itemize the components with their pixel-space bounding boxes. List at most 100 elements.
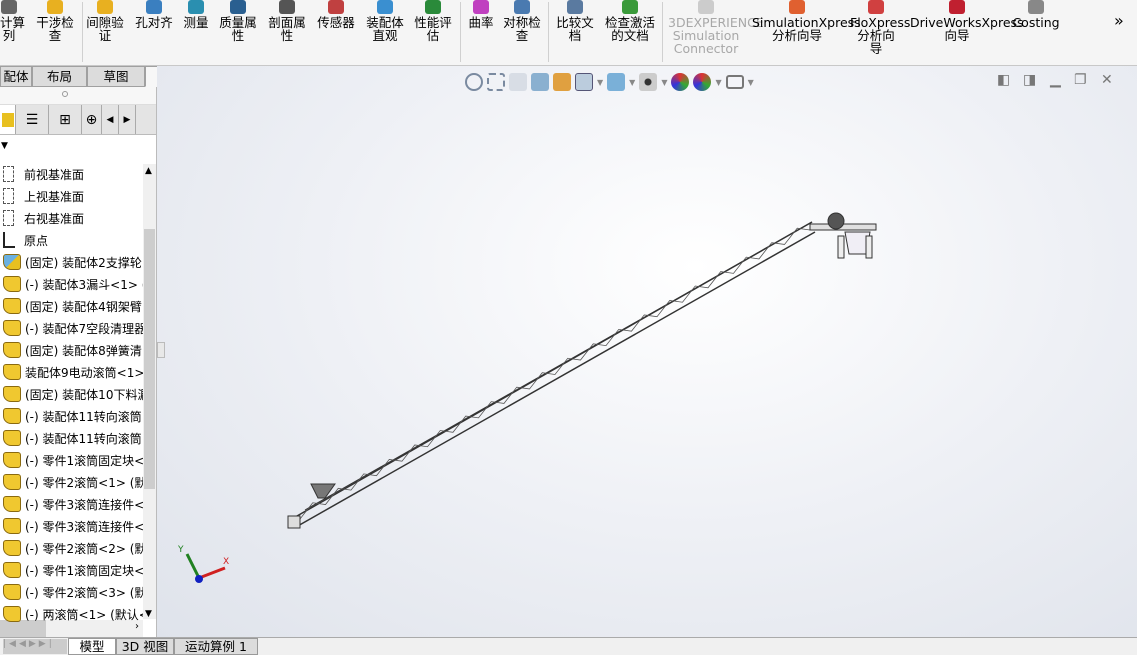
ribbon-button[interactable]: 干涉检 查 bbox=[33, 0, 77, 42]
ribbon-button[interactable]: 3DEXPERIENCE Simulation Connector bbox=[668, 0, 764, 55]
zoom-to-fit-icon[interactable] bbox=[465, 73, 483, 91]
tree-item-label: 原点 bbox=[24, 233, 49, 248]
chevron-down-icon[interactable]: ▼ bbox=[597, 78, 603, 87]
tool-icon bbox=[789, 0, 805, 14]
zoom-to-area-icon[interactable] bbox=[487, 73, 505, 91]
bottom-tab-bar: |◀◀▶▶| 模型 3D 视图 运动算例 1 bbox=[0, 637, 1137, 655]
tree-item[interactable]: (固定) 装配体8弹簧清 bbox=[0, 339, 143, 361]
dynamic-annotation-icon[interactable] bbox=[553, 73, 571, 91]
property-manager-tab[interactable]: ☰ bbox=[16, 105, 49, 134]
ribbon-button[interactable]: 对称检 查 bbox=[500, 0, 544, 42]
ribbon-button-label: SimulationXpress 分析向导 bbox=[752, 15, 861, 43]
scroll-right-button[interactable]: ▶ bbox=[119, 105, 136, 134]
ribbon-button[interactable]: 计算 列 bbox=[0, 0, 25, 42]
tree-item-label: (固定) 装配体8弹簧清 bbox=[25, 343, 142, 358]
tree-item[interactable]: (固定) 装配体2支撑轮 bbox=[0, 251, 143, 273]
tree-item[interactable]: (-) 零件2滚筒<1> (默 bbox=[0, 471, 143, 493]
ribbon-button[interactable]: 质量属 性 bbox=[216, 0, 260, 42]
tree-item[interactable]: 装配体9电动滚筒<1> bbox=[0, 361, 143, 383]
tree-item-label: (-) 零件2滚筒<3> (默 bbox=[25, 585, 143, 600]
tab-1[interactable]: 布局 bbox=[32, 66, 87, 87]
dimxpert-tab[interactable]: ⊕ bbox=[82, 105, 102, 134]
bottom-tab-2[interactable]: 运动算例 1 bbox=[174, 638, 258, 655]
ribbon-button[interactable]: SimulationXpress 分析向导 bbox=[752, 0, 861, 42]
ribbon-button-label: 计算 列 bbox=[0, 15, 26, 43]
tree-item[interactable]: 上视基准面 bbox=[0, 185, 143, 207]
tree-item[interactable]: (-) 零件3滚筒连接件< bbox=[0, 493, 143, 515]
tool-icon bbox=[698, 0, 714, 14]
hide-show-items-icon[interactable] bbox=[639, 73, 658, 91]
previous-view-icon[interactable] bbox=[509, 73, 527, 91]
panel-collapse-handle[interactable] bbox=[157, 342, 165, 358]
tab-0[interactable]: 配体 bbox=[0, 66, 32, 87]
bottom-tab-0[interactable]: 模型 bbox=[68, 638, 116, 655]
splitter-handle[interactable] bbox=[62, 91, 68, 97]
ribbon-button[interactable]: 比较文 档 bbox=[553, 0, 597, 42]
tree-item[interactable]: (-) 零件2滚筒<2> (默 bbox=[0, 537, 143, 559]
tool-icon bbox=[622, 0, 638, 14]
ribbon-button-label: 间隙验 证 bbox=[86, 15, 124, 43]
chevron-down-icon[interactable]: ▼ bbox=[661, 78, 667, 87]
scroll-left-button[interactable]: ◀ bbox=[102, 105, 119, 134]
apply-scene-icon[interactable] bbox=[693, 73, 712, 91]
graphics-viewport[interactable]: Y X bbox=[157, 66, 1137, 638]
ribbon-button[interactable]: 装配体 直观 bbox=[363, 0, 407, 42]
tree-scrollbar[interactable]: ▲ ▼ bbox=[143, 164, 156, 619]
more-commands-button[interactable]: » bbox=[1114, 13, 1124, 29]
tree-item[interactable]: (固定) 装配体4钢架臂 bbox=[0, 295, 143, 317]
restore-button[interactable]: ❐ bbox=[1074, 72, 1087, 88]
ribbon-button[interactable]: Costing bbox=[1012, 0, 1060, 29]
tab-2[interactable]: 草图 bbox=[87, 66, 145, 87]
ribbon-button[interactable]: 曲率 bbox=[466, 0, 496, 29]
part-icon bbox=[3, 430, 21, 446]
tree-item[interactable]: (-) 装配体11转向滚筒 bbox=[0, 427, 143, 449]
tree-item[interactable]: (固定) 装配体10下料漏 bbox=[0, 383, 143, 405]
ribbon-button[interactable]: 性能评 估 bbox=[411, 0, 455, 42]
ribbon-button[interactable]: 间隙验 证 bbox=[83, 0, 127, 42]
ribbon-button[interactable]: 剖面属 性 bbox=[265, 0, 309, 42]
tree-item[interactable]: (-) 零件3滚筒连接件< bbox=[0, 515, 143, 537]
display-style-icon[interactable] bbox=[607, 73, 626, 91]
section-view-icon[interactable] bbox=[531, 73, 549, 91]
tree-item[interactable]: 前视基准面 bbox=[0, 163, 143, 185]
conveyor-model[interactable] bbox=[157, 66, 1137, 638]
panel-right-icon[interactable]: ◨ bbox=[1023, 72, 1036, 88]
tree-item[interactable]: (-) 零件2滚筒<3> (默 bbox=[0, 581, 143, 603]
part-icon bbox=[3, 474, 21, 490]
configuration-manager-tab[interactable]: ⊞ bbox=[49, 105, 82, 134]
ribbon-button[interactable]: 检查激活 的文档 bbox=[602, 0, 658, 42]
ribbon-button[interactable]: 孔对齐 bbox=[133, 0, 175, 29]
bottom-tab-1[interactable]: 3D 视图 bbox=[116, 638, 174, 655]
tree-item[interactable]: (-) 零件1滚筒固定块< bbox=[0, 559, 143, 581]
chevron-down-icon[interactable]: ▼ bbox=[748, 78, 754, 87]
tree-item[interactable]: (-) 装配体3漏斗<1> ( bbox=[0, 273, 143, 295]
feature-manager-tab[interactable] bbox=[0, 105, 16, 134]
ribbon-button[interactable]: 测量 bbox=[181, 0, 211, 29]
chevron-down-icon[interactable]: ▼ bbox=[715, 78, 721, 87]
tree-item[interactable]: 右视基准面 bbox=[0, 207, 143, 229]
tree-item-label: (-) 装配体11转向滚筒 bbox=[25, 431, 142, 446]
ribbon-button[interactable]: 传感器 bbox=[314, 0, 358, 29]
close-button[interactable]: ✕ bbox=[1101, 72, 1113, 88]
ribbon-button[interactable]: FloXpress 分析向 导 bbox=[850, 0, 910, 55]
filter-dropdown[interactable]: ▼ bbox=[0, 135, 156, 161]
tree-item[interactable]: 原点 bbox=[0, 229, 143, 251]
tree-item[interactable]: (-) 两滚筒<1> (默认< bbox=[0, 603, 143, 625]
tree-item-label: (-) 装配体11转向滚筒 bbox=[25, 409, 142, 424]
tree-item[interactable]: (-) 装配体11转向滚筒 bbox=[0, 405, 143, 427]
tree-item-label: (-) 零件1滚筒固定块< bbox=[25, 563, 143, 578]
tree-item[interactable]: (-) 装配体7空段清理器 bbox=[0, 317, 143, 339]
panel-left-icon[interactable]: ◧ bbox=[997, 72, 1010, 88]
minimize-button[interactable]: ▁ bbox=[1050, 72, 1061, 88]
view-settings-icon[interactable] bbox=[725, 75, 744, 89]
y-axis-label: Y bbox=[177, 545, 184, 555]
edit-appearance-icon[interactable] bbox=[671, 73, 690, 91]
tree-item[interactable]: (-) 零件1滚筒固定块< bbox=[0, 449, 143, 471]
chevron-down-icon[interactable]: ▼ bbox=[629, 78, 635, 87]
part-icon bbox=[3, 386, 21, 402]
ribbon-button[interactable]: DriveWorksXpress 向导 bbox=[910, 0, 1024, 42]
tree-item-label: (-) 零件2滚筒<1> (默 bbox=[25, 475, 143, 490]
tab-scroll-buttons[interactable]: |◀◀▶▶| bbox=[3, 639, 67, 654]
view-orientation-icon[interactable] bbox=[575, 73, 593, 91]
ribbon-button-label: 测量 bbox=[183, 15, 209, 30]
